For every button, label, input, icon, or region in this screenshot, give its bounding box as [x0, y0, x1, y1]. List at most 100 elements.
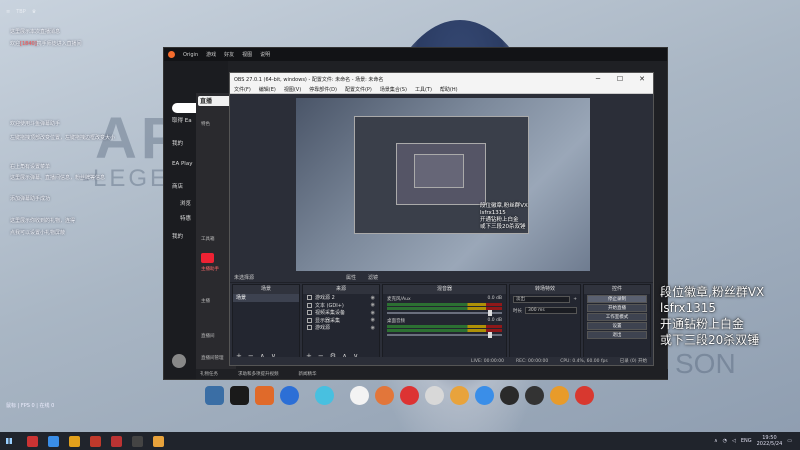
taskbar-app-icon[interactable]: [69, 435, 80, 447]
live-item-room-manage[interactable]: 直播间管理: [201, 355, 224, 361]
eye-icon[interactable]: ◉: [371, 295, 375, 301]
dock-app-icon[interactable]: [575, 386, 594, 405]
input-language[interactable]: ENG: [741, 438, 752, 444]
live-item-toolbox[interactable]: 工具箱: [201, 236, 215, 242]
origin-menu-friends[interactable]: 好友: [224, 51, 234, 58]
scenes-dock: 场景 场景 + − ∧ ∨: [232, 284, 300, 362]
dock-app-icon[interactable]: [550, 386, 569, 405]
origin-footer-item[interactable]: 新闻精华: [299, 371, 317, 377]
obs-menu-item[interactable]: 工具(T): [415, 86, 432, 93]
taskbar-app-icon[interactable]: [111, 435, 122, 447]
network-icon[interactable]: ◔: [723, 438, 727, 444]
obs-menu-item[interactable]: 文件(F): [234, 86, 251, 93]
source-item[interactable]: 文本 (GDI+) ◉: [303, 302, 379, 310]
taskbar-app-icon[interactable]: [48, 435, 59, 447]
volume-slider[interactable]: [387, 332, 502, 338]
origin-menu-view[interactable]: 视图: [242, 51, 252, 58]
obs-window[interactable]: OBS 27.0.1 (64-bit, windows) - 配置文件: 未命名…: [229, 72, 654, 366]
origin-footer-item[interactable]: 礼物任务: [200, 371, 218, 377]
live-item-helper[interactable]: 主播助手: [201, 266, 219, 272]
source-type-icon: [307, 317, 312, 323]
taskbar-app-icon[interactable]: [132, 435, 143, 447]
origin-nav-my[interactable]: 我的: [172, 139, 183, 147]
volume-meter: [387, 303, 502, 306]
taskbar-app-icon[interactable]: [27, 435, 38, 447]
clock[interactable]: 19:50 2022/5/24: [757, 435, 783, 447]
obs-menu-item[interactable]: 配置文件(P): [345, 86, 372, 93]
source-item[interactable]: 游戏源 ◉: [303, 324, 379, 332]
close-icon[interactable]: ✕: [631, 75, 653, 83]
obs-menu-item[interactable]: 停靠部件(D): [309, 86, 337, 93]
menu-icon[interactable]: ≡: [6, 9, 10, 15]
dock-app-icon[interactable]: [280, 386, 299, 405]
volume-icon[interactable]: ◁: [732, 438, 736, 444]
control-button-3[interactable]: 设置: [587, 322, 647, 330]
origin-nav-deals[interactable]: 特惠: [180, 214, 191, 222]
minimize-icon[interactable]: ─: [587, 75, 609, 83]
live-item-room[interactable]: 直播间: [201, 333, 215, 339]
obs-menu-item[interactable]: 视图(V): [284, 86, 301, 93]
origin-menu-origin[interactable]: Origin: [183, 52, 198, 58]
live-item-anchor[interactable]: 主播: [201, 298, 210, 304]
crown-icon[interactable]: ♛: [32, 9, 36, 15]
eye-icon[interactable]: ◉: [371, 302, 375, 308]
dock-app-icon[interactable]: [255, 386, 274, 405]
origin-footer-item[interactable]: 求助和多项提升视频: [238, 371, 279, 377]
dock-app-icon[interactable]: [425, 386, 444, 405]
origin-nav-get-ea[interactable]: 取得 Ea: [172, 116, 192, 124]
notification-icon[interactable]: ▭: [787, 438, 792, 444]
dock-app-icon[interactable]: [205, 386, 224, 405]
slider-handle[interactable]: [488, 332, 492, 338]
dock-app-icon[interactable]: [525, 386, 544, 405]
dock-app-icon[interactable]: [400, 386, 419, 405]
origin-nav-my-2[interactable]: 我的: [172, 232, 183, 240]
eye-icon[interactable]: ◉: [371, 310, 375, 316]
obs-menu-item[interactable]: 编辑(E): [259, 86, 276, 93]
control-button-1[interactable]: 开始直播: [587, 304, 647, 312]
scene-item[interactable]: 场景: [233, 294, 299, 302]
dock-app-icon[interactable]: [375, 386, 394, 405]
origin-menu-help[interactable]: 说明: [260, 51, 270, 58]
add-transition-icon[interactable]: +: [573, 297, 577, 302]
eye-icon[interactable]: ◉: [371, 325, 375, 331]
windows-start-icon[interactable]: [6, 438, 12, 444]
chat-helper-topbar[interactable]: ≡ TBP ♛: [6, 6, 126, 18]
transition-select[interactable]: 淡出: [513, 296, 571, 303]
origin-nav-store[interactable]: 商店: [172, 182, 183, 190]
obs-preview[interactable]: [296, 98, 590, 271]
properties-button[interactable]: 属性: [346, 274, 356, 281]
live-item-featured[interactable]: 特色: [201, 121, 210, 127]
source-item[interactable]: 游戏源 2 ◉: [303, 294, 379, 302]
taskbar-app-icon[interactable]: [90, 435, 101, 447]
obs-menu-item[interactable]: 场景集合(S): [380, 86, 407, 93]
origin-menu-games[interactable]: 游戏: [206, 51, 216, 58]
obs-menu-item[interactable]: 帮助(H): [440, 86, 458, 93]
obs-statusbar: LIVE: 00:00:00 REC: 00:00:00 CPU: 0.4%, 60…: [230, 357, 653, 365]
slider-handle[interactable]: [488, 310, 492, 316]
dock-app-icon[interactable]: [450, 386, 469, 405]
obs-titlebar[interactable]: OBS 27.0.1 (64-bit, windows) - 配置文件: 未命名…: [230, 73, 653, 85]
dock-app-icon[interactable]: [500, 386, 519, 405]
duration-input[interactable]: 300 ms: [525, 307, 577, 314]
control-button-2[interactable]: 工作室模式: [587, 313, 647, 321]
dock-app-icon[interactable]: [475, 386, 494, 405]
preview-promo-line: lsfrx1315: [480, 209, 506, 216]
maximize-icon[interactable]: ☐: [609, 75, 631, 83]
avatar[interactable]: [172, 354, 186, 368]
source-item[interactable]: 显示器采集 ◉: [303, 317, 379, 325]
taskbar-app-icon[interactable]: [153, 435, 164, 447]
source-item[interactable]: 视频采集设备 ◉: [303, 309, 379, 317]
control-button-4[interactable]: 退出: [587, 331, 647, 339]
volume-slider[interactable]: [387, 310, 502, 316]
chat-username[interactable]: [1840]: [20, 41, 37, 47]
dock-app-icon[interactable]: [230, 386, 249, 405]
filters-button[interactable]: 滤镜: [368, 274, 378, 281]
dock-app-icon[interactable]: [315, 386, 334, 405]
origin-nav-browse[interactable]: 浏览: [180, 199, 191, 207]
chat-message: 欢迎使用斗鱼弹幕助手: [10, 121, 61, 127]
tray-overflow-icon[interactable]: ∧: [714, 438, 718, 444]
origin-nav-ea-play[interactable]: EA Play: [172, 161, 192, 167]
dock-app-icon[interactable]: [350, 386, 369, 405]
eye-icon[interactable]: ◉: [371, 317, 375, 323]
control-button-0[interactable]: 停止录制: [587, 295, 647, 303]
